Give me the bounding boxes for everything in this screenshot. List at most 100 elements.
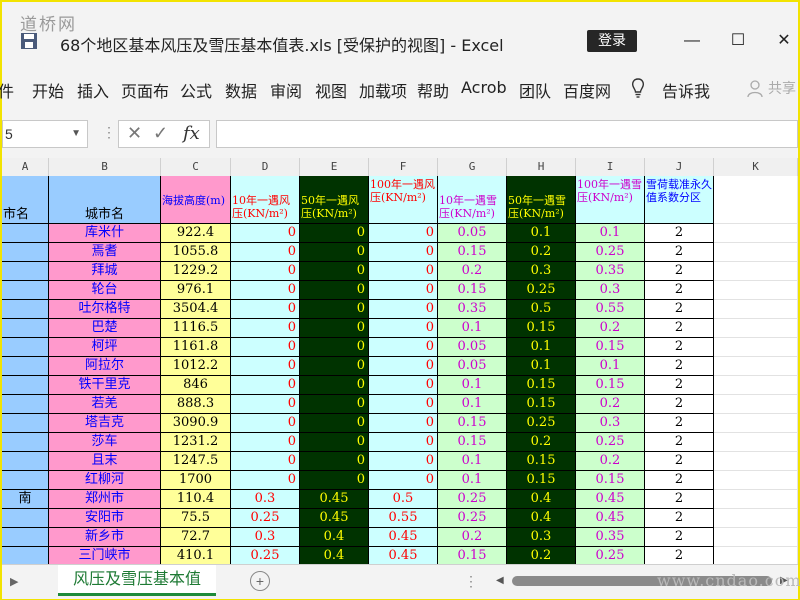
cell-c[interactable]: 976.1 <box>161 281 231 300</box>
cell-g[interactable]: 0.1 <box>438 376 507 395</box>
cell-k[interactable] <box>714 376 798 395</box>
cell-h[interactable]: 0.2 <box>507 243 576 262</box>
cell-a[interactable] <box>2 357 49 376</box>
cell-g[interactable]: 0.1 <box>438 319 507 338</box>
cell-j[interactable]: 2 <box>645 300 714 319</box>
cell-i[interactable]: 0.15 <box>576 338 645 357</box>
cell-h[interactable]: 0.2 <box>507 433 576 452</box>
cell-b[interactable]: 红柳河 <box>49 471 161 490</box>
cell-k[interactable] <box>714 452 798 471</box>
tab-view[interactable]: 视图 <box>315 78 347 102</box>
cell-d[interactable]: 0 <box>231 300 300 319</box>
header-city[interactable]: 城市名 <box>49 176 161 224</box>
cell-b[interactable]: 莎车 <box>49 433 161 452</box>
header-empty-k[interactable] <box>714 176 798 224</box>
cell-j[interactable]: 2 <box>645 319 714 338</box>
insert-function-icon[interactable]: fx <box>183 123 200 144</box>
header-altitude[interactable]: 海拔高度(m) <box>161 176 231 224</box>
name-box[interactable]: 5 ▼ <box>2 120 88 148</box>
enter-icon[interactable]: ✓ <box>153 123 168 144</box>
cell-i[interactable]: 0.25 <box>576 433 645 452</box>
cell-k[interactable] <box>714 300 798 319</box>
cell-k[interactable] <box>714 243 798 262</box>
cell-i[interactable]: 0.3 <box>576 414 645 433</box>
cell-g[interactable]: 0.25 <box>438 490 507 509</box>
cell-i[interactable]: 0.45 <box>576 490 645 509</box>
cell-g[interactable]: 0.05 <box>438 357 507 376</box>
cell-d[interactable]: 0 <box>231 224 300 243</box>
cell-c[interactable]: 72.7 <box>161 528 231 547</box>
cell-a[interactable]: 南 <box>2 490 49 509</box>
cell-j[interactable]: 2 <box>645 224 714 243</box>
cell-b[interactable]: 焉耆 <box>49 243 161 262</box>
cell-h[interactable]: 0.3 <box>507 262 576 281</box>
cell-k[interactable] <box>714 338 798 357</box>
cell-g[interactable]: 0.05 <box>438 338 507 357</box>
cell-i[interactable]: 0.1 <box>576 357 645 376</box>
cell-e[interactable]: 0.45 <box>300 509 369 528</box>
tab-home[interactable]: 开始 <box>32 78 64 102</box>
cell-b[interactable]: 郑州市 <box>49 490 161 509</box>
cell-c[interactable]: 846 <box>161 376 231 395</box>
cell-b[interactable]: 巴楚 <box>49 319 161 338</box>
cell-j[interactable]: 2 <box>645 243 714 262</box>
tab-add-ins[interactable]: 加载项 <box>359 78 407 102</box>
column-header-h[interactable]: H <box>507 158 576 176</box>
cell-b[interactable]: 安阳市 <box>49 509 161 528</box>
add-sheet-button[interactable]: + <box>250 571 270 591</box>
cell-b[interactable]: 轮台 <box>49 281 161 300</box>
cell-a[interactable] <box>2 471 49 490</box>
cell-c[interactable]: 1229.2 <box>161 262 231 281</box>
sheet-tab-active[interactable]: 风压及雪压基本值 <box>58 565 216 596</box>
header-snow-zone[interactable]: 雪荷载准永久值系数分区 <box>645 176 714 224</box>
cell-e[interactable]: 0 <box>300 452 369 471</box>
cell-h[interactable]: 0.25 <box>507 281 576 300</box>
cell-i[interactable]: 0.2 <box>576 319 645 338</box>
cell-c[interactable]: 1247.5 <box>161 452 231 471</box>
cell-c[interactable]: 888.3 <box>161 395 231 414</box>
cell-e[interactable]: 0.4 <box>300 528 369 547</box>
more-icon-scroll[interactable]: ⋮ <box>464 573 478 590</box>
header-snow-100yr[interactable]: 100年一遇雪压(KN/m²) <box>576 176 645 224</box>
cell-j[interactable]: 2 <box>645 376 714 395</box>
cell-g[interactable]: 0.1 <box>438 452 507 471</box>
cell-f[interactable]: 0.55 <box>369 509 438 528</box>
cell-c[interactable]: 110.4 <box>161 490 231 509</box>
cell-k[interactable] <box>714 414 798 433</box>
cell-g[interactable]: 0.2 <box>438 528 507 547</box>
cell-d[interactable]: 0 <box>231 243 300 262</box>
cell-h[interactable]: 0.15 <box>507 471 576 490</box>
cell-h[interactable]: 0.15 <box>507 395 576 414</box>
cell-g[interactable]: 0.25 <box>438 509 507 528</box>
cell-b[interactable]: 若羌 <box>49 395 161 414</box>
sheet-nav-next-icon[interactable]: ▶ <box>10 575 18 588</box>
cell-j[interactable]: 2 <box>645 547 714 564</box>
cell-k[interactable] <box>714 509 798 528</box>
cell-c[interactable]: 1116.5 <box>161 319 231 338</box>
cell-j[interactable]: 2 <box>645 395 714 414</box>
cell-g[interactable]: 0.35 <box>438 300 507 319</box>
cell-k[interactable] <box>714 224 798 243</box>
cell-k[interactable] <box>714 395 798 414</box>
cell-e[interactable]: 0 <box>300 338 369 357</box>
cell-g[interactable]: 0.15 <box>438 243 507 262</box>
cell-c[interactable]: 1161.8 <box>161 338 231 357</box>
cell-b[interactable]: 柯坪 <box>49 338 161 357</box>
cell-a[interactable] <box>2 452 49 471</box>
cell-e[interactable]: 0 <box>300 262 369 281</box>
tab-insert[interactable]: 插入 <box>77 78 109 102</box>
share-button[interactable]: 共享 <box>768 78 796 98</box>
cell-f[interactable]: 0 <box>369 452 438 471</box>
cell-d[interactable]: 0.3 <box>231 528 300 547</box>
cell-h[interactable]: 0.3 <box>507 528 576 547</box>
cell-e[interactable]: 0 <box>300 471 369 490</box>
cell-a[interactable] <box>2 262 49 281</box>
cell-a[interactable] <box>2 547 49 564</box>
cell-a[interactable] <box>2 224 49 243</box>
save-icon[interactable] <box>20 32 38 50</box>
cell-c[interactable]: 3504.4 <box>161 300 231 319</box>
cell-j[interactable]: 2 <box>645 338 714 357</box>
cell-d[interactable]: 0 <box>231 452 300 471</box>
cell-f[interactable]: 0 <box>369 243 438 262</box>
cell-a[interactable] <box>2 376 49 395</box>
